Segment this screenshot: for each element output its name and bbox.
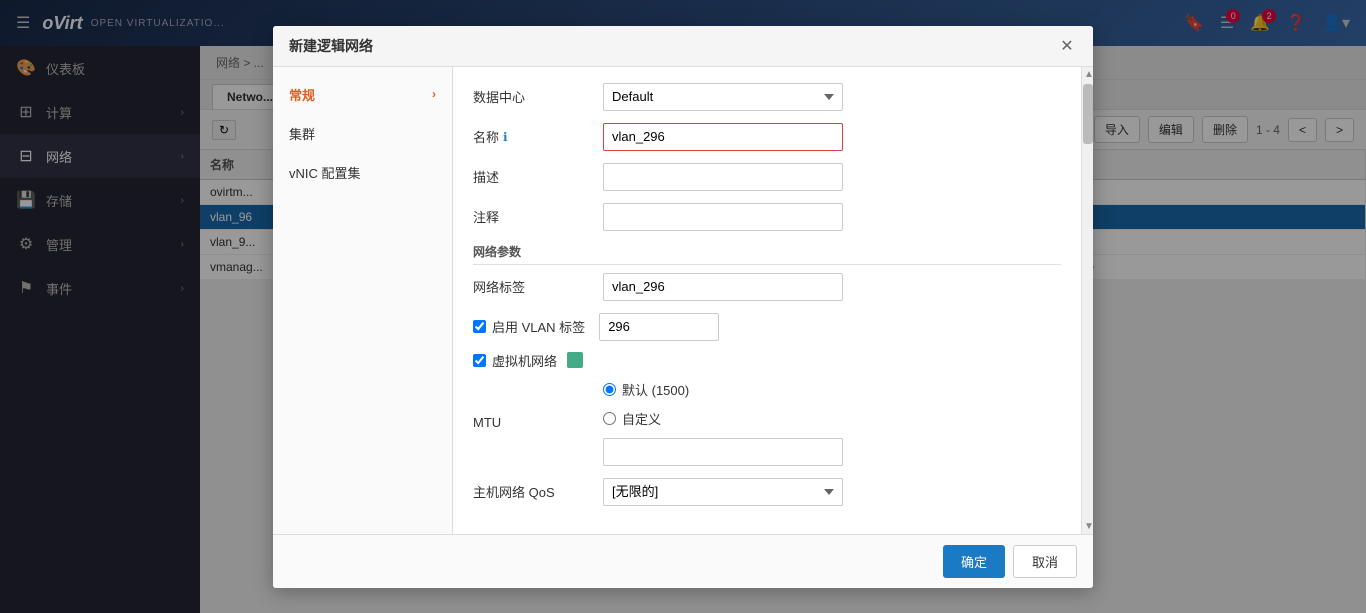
dialog-close-button[interactable]: ✕	[1057, 36, 1077, 56]
dialog-title: 新建逻辑网络	[289, 36, 373, 56]
nav-label-general: 常规	[289, 85, 315, 104]
net-tag-control	[603, 273, 843, 301]
comment-input[interactable]	[603, 203, 843, 231]
vm-checkbox-row: 虚拟机网络	[473, 351, 1061, 370]
desc-control	[603, 163, 843, 191]
nav-arrow-general: ›	[432, 87, 436, 101]
net-tag-row: 网络标签	[473, 273, 1061, 301]
dialog-overlay: 新建逻辑网络 ✕ 常规 › 集群 vNIC 配置集	[0, 0, 1366, 613]
dialog-scrollbar[interactable]: ▲ ▼	[1081, 67, 1093, 534]
vlan-id-input[interactable]	[599, 313, 719, 341]
nav-item-cluster[interactable]: 集群	[273, 114, 452, 153]
nav-item-vnic[interactable]: vNIC 配置集	[273, 153, 452, 192]
scroll-up-arrow[interactable]: ▲	[1082, 67, 1093, 82]
vlan-checkbox-row: 启用 VLAN 标签	[473, 313, 1061, 341]
comment-control	[603, 203, 843, 231]
vm-checkbox[interactable]	[473, 354, 486, 367]
mtu-default-label[interactable]: 默认 (1500)	[622, 380, 689, 399]
mtu-default-row: 默认 (1500)	[603, 380, 843, 399]
mtu-default-radio[interactable]	[603, 383, 616, 396]
dialog-form: 数据中心 Default 名称 ℹ	[453, 67, 1081, 534]
comment-label: 注释	[473, 207, 603, 226]
ok-button[interactable]: 确定	[943, 545, 1005, 578]
mtu-custom-input[interactable]	[603, 438, 843, 466]
scroll-thumb[interactable]	[1083, 84, 1093, 144]
mtu-row: MTU 默认 (1500) 自定义	[473, 380, 1061, 466]
nav-item-general[interactable]: 常规 ›	[273, 75, 452, 114]
mtu-label: MTU	[473, 415, 603, 430]
vm-check-label[interactable]: 虚拟机网络	[492, 351, 557, 370]
net-tag-label: 网络标签	[473, 277, 603, 296]
cancel-button[interactable]: 取消	[1013, 545, 1077, 578]
net-tag-input[interactable]	[603, 273, 843, 301]
desc-input[interactable]	[603, 163, 843, 191]
datacenter-label: 数据中心	[473, 87, 603, 106]
name-control	[603, 123, 843, 151]
desc-label: 描述	[473, 167, 603, 186]
qos-label: 主机网络 QoS	[473, 482, 603, 501]
vlan-check-label[interactable]: 启用 VLAN 标签	[492, 317, 585, 336]
qos-row: 主机网络 QoS [无限的]	[473, 478, 1061, 506]
mtu-custom-row: 自定义	[603, 409, 843, 428]
qos-control: [无限的]	[603, 478, 843, 506]
datacenter-select[interactable]: Default	[603, 83, 843, 111]
vm-network-icon	[567, 352, 583, 368]
name-info-icon[interactable]: ℹ	[503, 130, 508, 144]
name-input[interactable]	[603, 123, 843, 151]
dialog-footer: 确定 取消	[273, 534, 1093, 588]
mtu-custom-radio[interactable]	[603, 412, 616, 425]
vlan-checkbox[interactable]	[473, 320, 486, 333]
desc-row: 描述	[473, 163, 1061, 191]
network-params-header: 网络参数	[473, 243, 1061, 265]
mtu-custom-label[interactable]: 自定义	[622, 409, 661, 428]
scroll-down-arrow[interactable]: ▼	[1082, 519, 1093, 534]
dialog-body: 常规 › 集群 vNIC 配置集 数据中心 Default	[273, 67, 1093, 534]
nav-label-cluster: 集群	[289, 124, 315, 143]
dialog-header: 新建逻辑网络 ✕	[273, 26, 1093, 67]
datacenter-control: Default	[603, 83, 843, 111]
comment-row: 注释	[473, 203, 1061, 231]
dialog-nav: 常规 › 集群 vNIC 配置集	[273, 67, 453, 534]
dialog: 新建逻辑网络 ✕ 常规 › 集群 vNIC 配置集	[273, 26, 1093, 588]
datacenter-row: 数据中心 Default	[473, 83, 1061, 111]
nav-label-vnic: vNIC 配置集	[289, 163, 361, 182]
name-label: 名称 ℹ	[473, 127, 603, 146]
mtu-options: 默认 (1500) 自定义	[603, 380, 843, 466]
qos-select[interactable]: [无限的]	[603, 478, 843, 506]
name-row: 名称 ℹ	[473, 123, 1061, 151]
